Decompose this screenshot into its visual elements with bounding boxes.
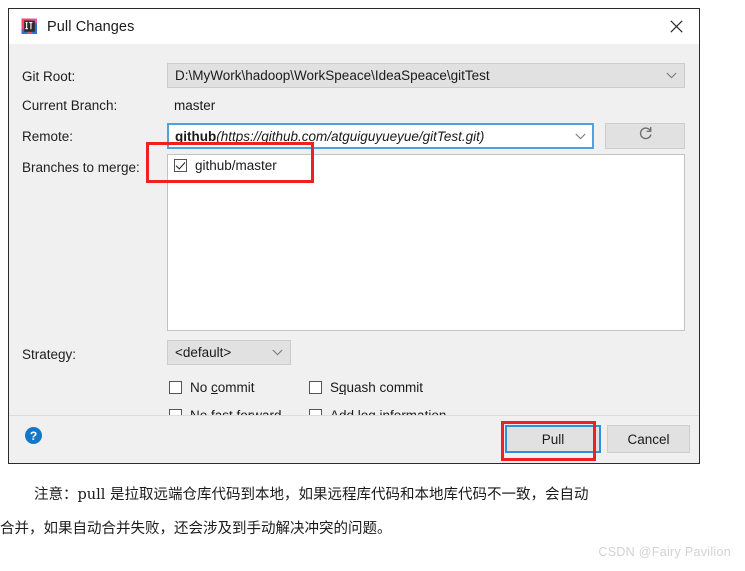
dialog-titlebar: Pull Changes xyxy=(9,9,699,44)
note-line-1: 注意：pull 是拉取远端仓库代码到本地，如果远程库代码和本地库代码不一致，会自… xyxy=(34,487,589,503)
option-no-commit[interactable]: No commit xyxy=(169,380,255,395)
chevron-down-icon xyxy=(264,349,290,356)
help-icon[interactable]: ? xyxy=(25,427,42,444)
pull-button[interactable]: Pull xyxy=(505,425,601,453)
remote-name: github xyxy=(175,128,217,144)
no-commit-label: No commit xyxy=(190,380,255,395)
cancel-button[interactable]: Cancel xyxy=(607,425,690,453)
branches-to-merge-label: Branches to merge: xyxy=(22,160,140,175)
watermark: CSDN @Fairy Pavilion xyxy=(598,545,731,559)
branch-label: github/master xyxy=(195,158,277,173)
remote-label: Remote: xyxy=(22,129,74,144)
git-root-value: D:\MyWork\hadoop\WorkSpeace\IdeaSpeace\g… xyxy=(175,68,490,83)
chevron-down-icon xyxy=(567,133,593,140)
strategy-value: <default> xyxy=(175,345,232,360)
remote-value: github(https://github.com/atguiguyueyue/… xyxy=(175,129,567,144)
dialog-footer: ? Pull Cancel xyxy=(9,415,699,463)
branches-list[interactable]: github/master xyxy=(167,154,685,331)
strategy-combobox[interactable]: <default> xyxy=(167,340,291,365)
no-commit-checkbox[interactable] xyxy=(169,381,182,394)
dialog-body: Git Root: D:\MyWork\hadoop\WorkSpeace\Id… xyxy=(9,44,699,423)
squash-commit-label: Squash commit xyxy=(330,380,424,395)
remote-url: (https://github.com/atguiguyueyue/gitTes… xyxy=(216,128,485,144)
option-squash-commit[interactable]: Squash commit xyxy=(309,380,423,395)
note-line-2: 合并，如果自动合并失败，还会涉及到手动解决冲突的问题。 xyxy=(0,521,392,537)
close-icon[interactable] xyxy=(653,9,699,44)
git-root-combobox[interactable]: D:\MyWork\hadoop\WorkSpeace\IdeaSpeace\g… xyxy=(167,63,685,88)
current-branch-label: Current Branch: xyxy=(22,98,118,113)
refresh-button[interactable] xyxy=(605,123,685,149)
chevron-down-icon xyxy=(658,72,684,79)
intellij-idea-icon xyxy=(21,18,38,35)
git-root-label: Git Root: xyxy=(22,69,76,84)
current-branch-value: master xyxy=(174,98,216,113)
refresh-icon xyxy=(638,126,653,146)
strategy-label: Strategy: xyxy=(22,347,77,362)
list-item[interactable]: github/master xyxy=(168,155,684,176)
pull-changes-dialog: Pull Changes Git Root: D:\MyWork\hadoop\… xyxy=(8,8,700,464)
branch-checkbox[interactable] xyxy=(174,159,187,172)
remote-combobox[interactable]: github(https://github.com/atguiguyueyue/… xyxy=(167,123,594,149)
squash-commit-checkbox[interactable] xyxy=(309,381,322,394)
dialog-title: Pull Changes xyxy=(47,18,135,35)
